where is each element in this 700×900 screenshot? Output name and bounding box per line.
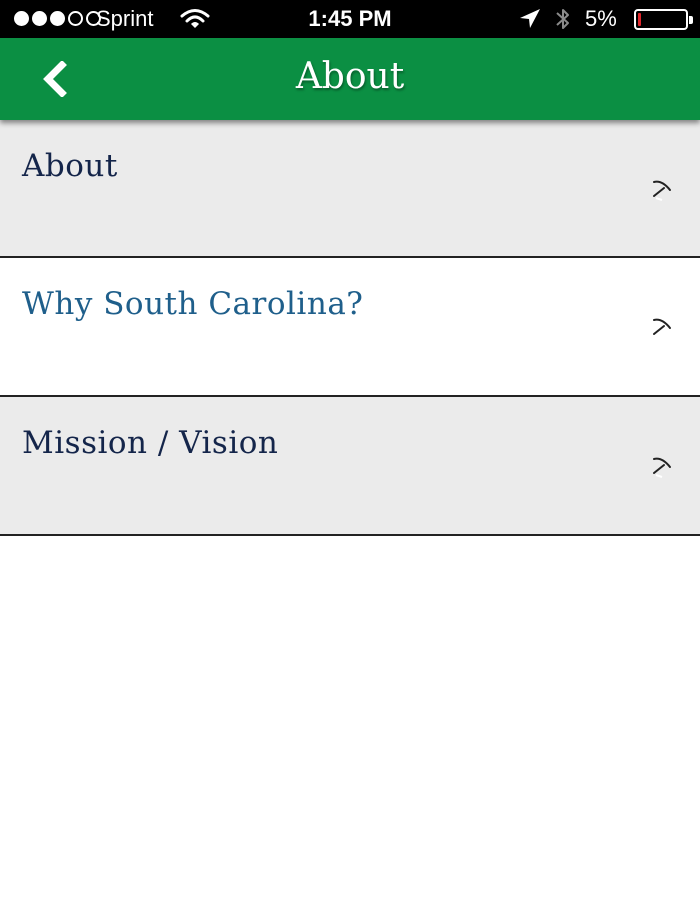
navigation-bar: About (0, 38, 700, 120)
location-arrow-icon (520, 9, 540, 28)
battery-level (638, 13, 641, 26)
list-item-about[interactable]: About (0, 120, 700, 258)
bluetooth-icon (556, 9, 569, 29)
menu-list: About Why South Carolina? Mission / Visi… (0, 120, 700, 536)
list-item-label: About (22, 148, 118, 184)
list-item-label: Mission / Vision (22, 425, 279, 461)
battery-tip (689, 16, 693, 24)
battery-percentage: 5% (585, 6, 617, 31)
battery-icon (634, 9, 693, 30)
list-item-label: Why South Carolina? (22, 286, 364, 322)
chevron-right-icon (653, 318, 671, 335)
status-bar: Sprint 1:45 PM 5% (0, 0, 700, 38)
page-title: About (295, 56, 405, 97)
chevron-right-icon (653, 457, 671, 478)
list-item-mission-vision[interactable]: Mission / Vision (0, 397, 700, 536)
chevron-right-icon (653, 180, 671, 201)
list-item-why-south-carolina[interactable]: Why South Carolina? (0, 258, 700, 397)
